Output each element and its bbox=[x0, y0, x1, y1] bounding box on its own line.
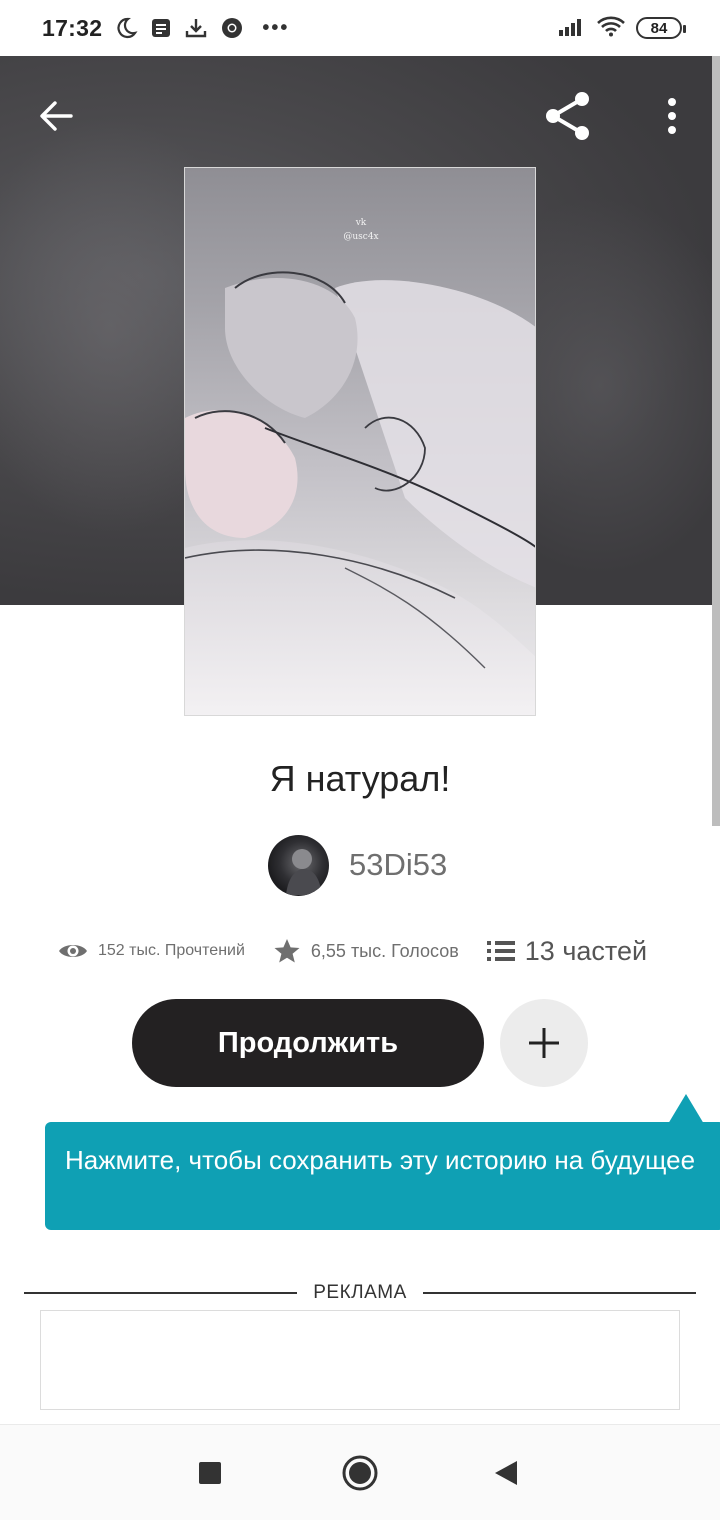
ad-banner[interactable] bbox=[40, 1310, 680, 1410]
back-arrow-icon bbox=[40, 101, 73, 131]
ad-divider-right bbox=[422, 1292, 696, 1294]
battery-icon: 84 bbox=[636, 17, 686, 39]
votes-count: 6,55 тыс. Голосов bbox=[310, 940, 459, 961]
votes-stat: 6,55 тыс. Голосов bbox=[273, 937, 459, 965]
parts-count: 13 частей bbox=[524, 935, 648, 966]
star-icon bbox=[274, 939, 300, 963]
ad-header: РЕКЛАМА bbox=[24, 1278, 696, 1308]
author-name: 53Di53 bbox=[349, 847, 448, 882]
list-icon bbox=[486, 941, 515, 961]
status-bar: 17:32 ••• 84 bbox=[0, 0, 720, 56]
author-link[interactable]: 53Di53 bbox=[268, 834, 447, 896]
recent-apps-button[interactable] bbox=[190, 1453, 230, 1493]
status-notification-icons bbox=[114, 16, 244, 40]
home-button[interactable] bbox=[340, 1453, 380, 1493]
cover-watermark-line1: vk bbox=[355, 218, 367, 228]
more-vertical-icon bbox=[668, 98, 676, 134]
cover-watermark-line2: @usc4x bbox=[343, 232, 379, 242]
system-back-button[interactable] bbox=[486, 1453, 526, 1493]
cover-illustration bbox=[185, 271, 535, 715]
add-to-library-button[interactable] bbox=[500, 999, 588, 1087]
eye-icon bbox=[59, 945, 87, 957]
wifi-icon bbox=[596, 15, 626, 42]
parts-stat[interactable]: 13 частей bbox=[486, 935, 648, 967]
share-icon bbox=[546, 92, 589, 140]
story-cover[interactable]: vk @usc4x bbox=[184, 167, 536, 716]
plus-icon bbox=[529, 1028, 559, 1058]
more-dots-icon: ••• bbox=[262, 17, 290, 39]
back-triangle-icon bbox=[495, 1461, 517, 1485]
home-circle-icon bbox=[342, 1455, 378, 1491]
reads-count: 152 тыс. Прочтений bbox=[98, 942, 245, 959]
chrome-icon bbox=[220, 16, 244, 40]
save-story-tooltip[interactable]: Нажмите, чтобы сохранить эту историю на … bbox=[45, 1122, 720, 1230]
square-icon bbox=[199, 1462, 221, 1484]
back-button[interactable] bbox=[26, 86, 86, 146]
avatar bbox=[268, 834, 329, 896]
notes-icon bbox=[150, 17, 172, 39]
ad-label: РЕКЛАМА bbox=[313, 1282, 407, 1303]
signal-icon bbox=[558, 16, 586, 41]
more-options-button[interactable] bbox=[642, 86, 702, 146]
battery-level: 84 bbox=[650, 19, 668, 37]
continue-reading-button[interactable]: Продолжить bbox=[132, 999, 484, 1087]
system-navigation-bar bbox=[0, 1424, 720, 1520]
ad-divider-left bbox=[24, 1292, 298, 1294]
tooltip-text: Нажмите, чтобы сохранить эту историю на … bbox=[65, 1145, 696, 1175]
story-details-screen: 17:32 ••• 84 vk @usc4x Я натурал! 53Di53… bbox=[0, 0, 720, 1520]
scrollbar[interactable] bbox=[712, 56, 720, 826]
moon-icon bbox=[114, 16, 138, 40]
reads-stat: 152 тыс. Прочтений bbox=[58, 940, 245, 962]
share-button[interactable] bbox=[538, 86, 598, 146]
story-stats: 152 тыс. Прочтений 6,55 тыс. Голосов 13 … bbox=[58, 928, 678, 974]
tooltip-arrow bbox=[668, 1094, 704, 1124]
download-icon bbox=[184, 16, 208, 40]
story-title: Я натурал! bbox=[269, 758, 451, 799]
status-system-icons: 84 bbox=[558, 15, 686, 42]
status-time: 17:32 bbox=[42, 14, 103, 41]
cover-watermark: vk @usc4x bbox=[185, 216, 535, 244]
